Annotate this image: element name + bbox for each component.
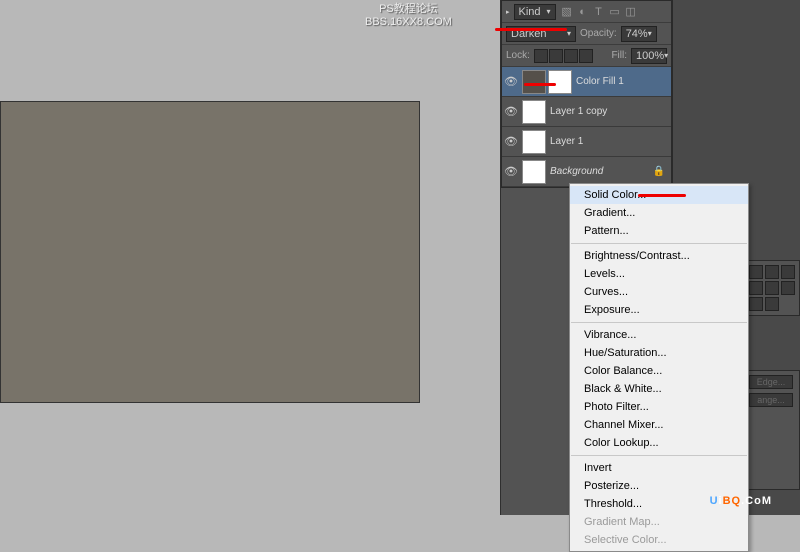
wm-bq: BQ (723, 495, 742, 507)
chevron-down-icon: ▾ (547, 7, 551, 16)
menu-item[interactable]: Invert (570, 459, 748, 477)
adj-icon[interactable] (765, 281, 779, 295)
menu-item: Gradient Map... (570, 513, 748, 531)
lock-all-icon[interactable] (579, 49, 593, 63)
menu-item[interactable]: Photo Filter... (570, 398, 748, 416)
filter-type-icon: ▸ (506, 8, 510, 16)
watermark-bottom: UiBQ.CoM (710, 488, 772, 509)
layer-thumbnail[interactable] (522, 130, 546, 154)
layer-name: Layer 1 (550, 136, 583, 147)
menu-item[interactable]: Pattern... (570, 222, 748, 240)
fill-label: Fill: (611, 50, 627, 61)
menu-item[interactable]: Channel Mixer... (570, 416, 748, 434)
color-range-button[interactable]: ange... (749, 393, 793, 407)
lock-position-icon[interactable] (564, 49, 578, 63)
opacity-input[interactable]: 74% ▾ (621, 26, 657, 42)
layer-row[interactable]: 👁 Layer 1 (502, 127, 671, 157)
chevron-down-icon: ▾ (664, 51, 668, 60)
wm-u: U (710, 495, 719, 507)
layer-filter-row: ▸ Kind ▾ ▧ ◐ T ▭ ◫ (502, 1, 671, 23)
filter-shape-icon[interactable]: ▭ (608, 5, 622, 19)
layer-name: Layer 1 copy (550, 106, 607, 117)
adj-icon[interactable] (749, 265, 763, 279)
lock-label: Lock: (506, 50, 530, 61)
chevron-down-icon: ▾ (648, 29, 652, 38)
red-annotation (524, 83, 556, 86)
menu-item[interactable]: Black & White... (570, 380, 748, 398)
filter-type-icon[interactable]: T (592, 5, 606, 19)
visibility-eye-icon[interactable]: 👁 (504, 105, 518, 119)
adj-icon[interactable] (781, 281, 795, 295)
menu-item[interactable]: Hue/Saturation... (570, 344, 748, 362)
menu-item[interactable]: Color Lookup... (570, 434, 748, 452)
menu-item[interactable]: Curves... (570, 283, 748, 301)
layer-row[interactable]: 👁 Color Fill 1 (502, 67, 671, 97)
watermark-top: PS教程论坛 BBS.16XX8.COM (365, 0, 452, 28)
mask-edge-button[interactable]: Edge... (749, 375, 793, 389)
watermark-line2: BBS.16XX8.COM (365, 16, 452, 28)
opacity-label: Opacity: (580, 28, 617, 39)
lock-icons (534, 49, 593, 63)
kind-label: Kind (519, 6, 541, 18)
red-annotation (495, 28, 567, 31)
menu-separator (571, 322, 747, 323)
lock-icon: 🔒 (653, 166, 665, 177)
layer-name: Background (550, 166, 603, 177)
red-annotation (638, 194, 686, 197)
filter-adjustment-icon[interactable]: ◐ (576, 5, 590, 19)
menu-item[interactable]: Gradient... (570, 204, 748, 222)
adjustments-panel (744, 260, 800, 316)
chevron-down-icon: ▾ (567, 29, 571, 38)
menu-item[interactable]: Levels... (570, 265, 748, 283)
layer-thumbnail[interactable] (522, 70, 546, 94)
blend-opacity-row: Darken ▾ Opacity: 74% ▾ (502, 23, 671, 45)
layer-row[interactable]: 👁 Layer 1 copy (502, 97, 671, 127)
layer-thumbnail[interactable] (522, 160, 546, 184)
layer-thumbnail[interactable] (522, 100, 546, 124)
layer-name: Color Fill 1 (576, 76, 624, 87)
wm-com: .CoM (741, 495, 772, 507)
adj-icon[interactable] (749, 297, 763, 311)
menu-item[interactable]: Exposure... (570, 301, 748, 319)
lock-image-icon[interactable] (549, 49, 563, 63)
document-canvas[interactable] (0, 101, 420, 403)
filter-smart-icon[interactable]: ◫ (624, 5, 638, 19)
fill-input[interactable]: 100% ▾ (631, 48, 667, 64)
menu-separator (571, 455, 747, 456)
visibility-eye-icon[interactable]: 👁 (504, 75, 518, 89)
menu-item[interactable]: Vibrance... (570, 326, 748, 344)
menu-item: Selective Color... (570, 531, 748, 549)
adj-icon[interactable] (765, 265, 779, 279)
filter-kind-dropdown[interactable]: Kind ▾ (514, 4, 556, 20)
fill-value: 100% (636, 50, 664, 62)
visibility-eye-icon[interactable]: 👁 (504, 165, 518, 179)
opacity-value: 74% (626, 28, 648, 40)
layer-mask-thumbnail[interactable] (548, 70, 572, 94)
lock-fill-row: Lock: Fill: 100% ▾ (502, 45, 671, 67)
menu-separator (571, 243, 747, 244)
menu-item[interactable]: Color Balance... (570, 362, 748, 380)
adj-icon[interactable] (765, 297, 779, 311)
watermark-line1: PS教程论坛 (365, 0, 452, 16)
menu-item[interactable]: Brightness/Contrast... (570, 247, 748, 265)
filter-pixel-icon[interactable]: ▧ (560, 5, 574, 19)
adj-icon[interactable] (781, 265, 795, 279)
masks-panel: Edge... ange... (744, 370, 800, 490)
visibility-eye-icon[interactable]: 👁 (504, 135, 518, 149)
adj-icon[interactable] (749, 281, 763, 295)
filter-icons: ▧ ◐ T ▭ ◫ (560, 5, 638, 19)
lock-transparent-icon[interactable] (534, 49, 548, 63)
